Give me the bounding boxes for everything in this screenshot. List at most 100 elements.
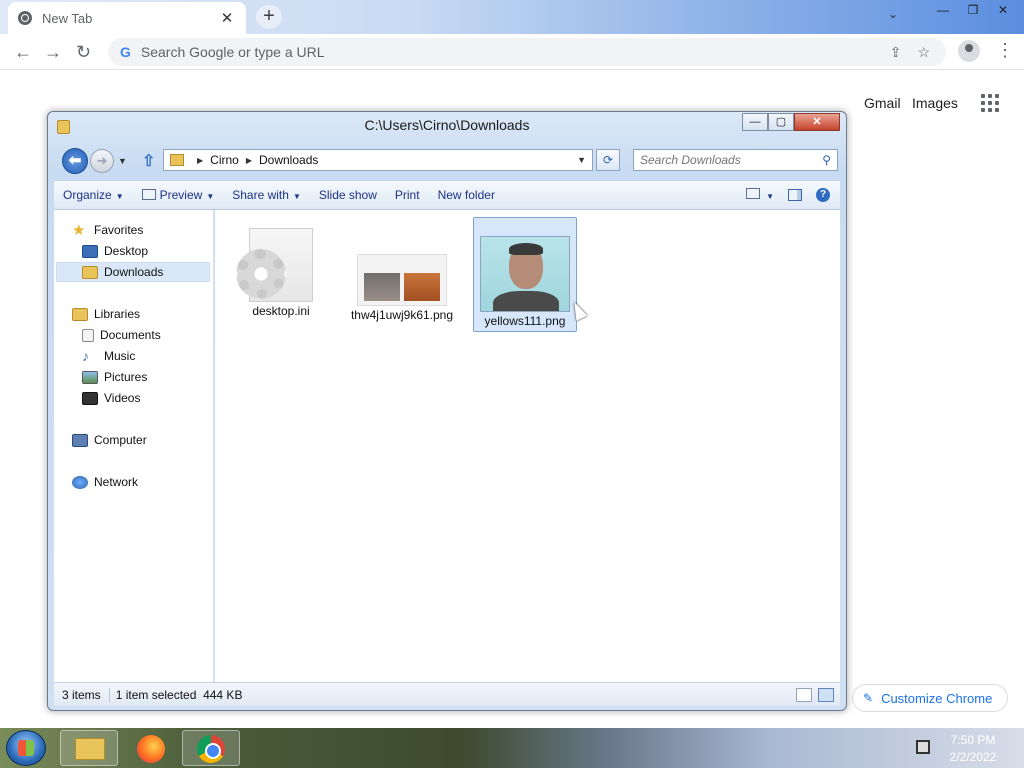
share-icon[interactable]: ⇪ — [890, 44, 902, 61]
explorer-maximize-button[interactable]: ▢ — [768, 113, 794, 131]
address-bar[interactable]: ▶ Cirno ▶ Downloads ▼ — [163, 149, 593, 171]
chrome-close-button[interactable]: ✕ — [988, 0, 1018, 20]
back-arrow-icon[interactable]: ← — [14, 42, 32, 63]
up-folder-icon[interactable]: ⇧ — [142, 151, 155, 171]
nav-videos[interactable]: Videos — [82, 388, 140, 408]
change-view-button[interactable]: ▼ — [746, 188, 774, 202]
address-dropdown-icon[interactable]: ▼ — [577, 155, 586, 165]
omnibox[interactable]: G Search Google or type a URL ⇪ ☆ — [108, 38, 946, 66]
images-link[interactable]: Images — [912, 95, 958, 111]
tab-search-icon[interactable]: ⌄ — [888, 7, 898, 21]
star-icon: ★ — [72, 221, 86, 239]
search-input[interactable] — [640, 153, 823, 167]
file-name: desktop.ini — [252, 304, 310, 318]
tab-title: New Tab — [42, 10, 93, 26]
google-apps-icon[interactable] — [981, 94, 999, 112]
new-tab-button[interactable]: + — [256, 5, 282, 29]
pencil-icon: ✎ — [863, 691, 874, 705]
tab-new-tab[interactable]: New Tab ✕ — [8, 2, 246, 34]
chrome-tab-strip: New Tab ✕ + ⌄ — ❐ ✕ — [0, 0, 1024, 34]
new-folder-button[interactable]: New folder — [429, 188, 504, 202]
preview-button[interactable]: Preview ▼ — [133, 188, 224, 202]
breadcrumb-separator-icon[interactable]: ▶ — [246, 156, 252, 165]
file-list: desktop.ini thw4j1uwj9k61.png yellows111… — [215, 210, 840, 682]
documents-icon — [82, 328, 94, 342]
customize-chrome-button[interactable]: ✎ Customize Chrome — [852, 684, 1008, 712]
nav-favorites[interactable]: ★ Favorites — [72, 220, 143, 240]
forward-arrow-icon[interactable]: → — [44, 42, 62, 63]
print-button[interactable]: Print — [386, 188, 429, 202]
nav-documents[interactable]: Documents — [82, 325, 161, 345]
chevron-down-icon: ▼ — [206, 192, 215, 201]
downloads-folder-icon — [82, 265, 98, 279]
nav-network[interactable]: Network — [72, 472, 138, 492]
computer-icon — [72, 433, 88, 447]
selection-info: 1 item selected 444 KB — [115, 687, 243, 702]
settings-file-icon — [236, 228, 313, 302]
network-tray-icon[interactable] — [916, 740, 930, 754]
chrome-minimize-button[interactable]: — — [928, 0, 958, 20]
file-yellows111-png[interactable]: yellows111.png — [473, 217, 577, 332]
nav-pictures[interactable]: Pictures — [82, 367, 147, 387]
chrome-icon — [197, 735, 225, 763]
bookmark-star-icon[interactable]: ☆ — [917, 44, 930, 61]
gmail-link[interactable]: Gmail — [864, 95, 901, 111]
folder-icon — [75, 738, 105, 760]
reload-icon[interactable]: ↻ — [76, 42, 91, 63]
command-bar-right: ▼ ? — [746, 188, 840, 202]
file-name: yellows111.png — [484, 314, 566, 328]
network-icon — [72, 475, 88, 489]
chevron-down-icon: ▼ — [766, 192, 774, 201]
search-icon[interactable]: ⚲ — [822, 153, 831, 167]
refresh-button[interactable]: ⟳ — [596, 149, 620, 171]
customize-chrome-label: Customize Chrome — [881, 690, 993, 706]
clock-date[interactable]: 2/2/2022 — [946, 750, 1000, 764]
chrome-menu-icon[interactable]: ⋮ — [996, 40, 1014, 61]
file-thw4j1uwj9k61-png[interactable]: thw4j1uwj9k61.png — [350, 220, 454, 322]
nav-libraries[interactable]: Libraries — [72, 304, 140, 324]
view-icon — [746, 188, 761, 199]
taskbar-explorer-button[interactable] — [60, 730, 118, 766]
firefox-icon — [137, 735, 165, 763]
breadcrumb-separator-icon[interactable]: ▶ — [197, 156, 203, 165]
history-nav: ⬅ ➜ ▼ — [62, 148, 127, 174]
preview-icon — [141, 189, 156, 200]
file-name: thw4j1uwj9k61.png — [350, 308, 454, 322]
preview-pane-icon[interactable] — [788, 189, 802, 201]
taskbar-chrome-button[interactable] — [182, 730, 240, 766]
navigation-pane: ★ Favorites Desktop Downloads Libraries … — [54, 210, 214, 682]
start-button[interactable] — [6, 730, 46, 766]
organize-button[interactable]: Organize ▼ — [54, 188, 133, 202]
nav-music[interactable]: ♪ Music — [82, 346, 135, 366]
chrome-toolbar: ← → ↻ G Search Google or type a URL ⇪ ☆ — [0, 34, 1024, 70]
omnibox-placeholder[interactable]: Search Google or type a URL — [141, 44, 890, 60]
search-box[interactable]: ⚲ — [633, 149, 838, 171]
clock-time[interactable]: 7:50 PM — [946, 733, 1000, 747]
file-desktop-ini[interactable]: desktop.ini — [229, 220, 333, 318]
folder-icon — [170, 154, 184, 166]
share-with-button[interactable]: Share with ▼ — [223, 188, 310, 202]
windows-logo-icon — [18, 740, 34, 756]
nav-desktop[interactable]: Desktop — [82, 241, 148, 261]
explorer-minimize-button[interactable]: — — [742, 113, 768, 131]
pictures-icon — [82, 370, 98, 384]
slide-show-button[interactable]: Slide show — [310, 188, 386, 202]
chrome-restore-button[interactable]: ❐ — [958, 0, 988, 20]
tab-close-icon[interactable]: ✕ — [218, 9, 236, 27]
help-icon[interactable]: ? — [816, 188, 830, 202]
recent-pages-dropdown-icon[interactable]: ▼ — [118, 156, 127, 166]
explorer-window: C:\Users\Cirno\Downloads — ▢ ✕ ⬅ ➜ ▼ ⇧ ▶… — [47, 111, 847, 711]
image-thumbnail — [480, 236, 570, 312]
breadcrumb-cirno[interactable]: Cirno — [210, 153, 239, 167]
explorer-close-button[interactable]: ✕ — [794, 113, 840, 131]
videos-icon — [82, 391, 98, 405]
profile-avatar-icon[interactable] — [958, 40, 980, 62]
explorer-forward-button[interactable]: ➜ — [90, 149, 114, 173]
taskbar-firefox-button[interactable] — [122, 730, 180, 766]
breadcrumb-downloads[interactable]: Downloads — [259, 153, 318, 167]
details-view-icon[interactable] — [796, 687, 812, 702]
nav-downloads[interactable]: Downloads — [56, 262, 210, 282]
nav-computer[interactable]: Computer — [72, 430, 147, 450]
large-icons-view-icon[interactable] — [818, 687, 834, 702]
explorer-back-button[interactable]: ⬅ — [62, 148, 88, 174]
